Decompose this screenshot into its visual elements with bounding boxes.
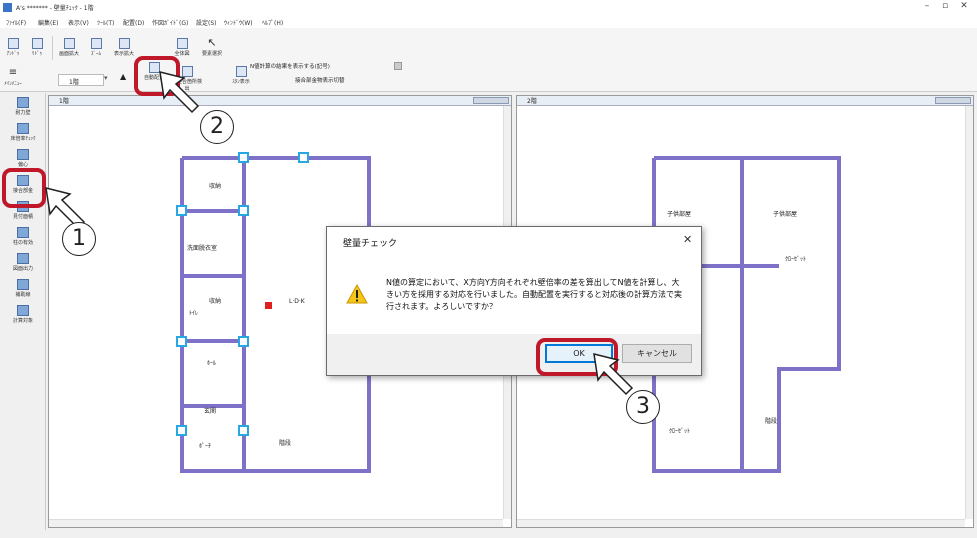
ncalc-dropdown-icon[interactable]	[394, 62, 402, 70]
column-icon	[17, 227, 29, 238]
room-label: 子供部屋	[773, 211, 798, 218]
main-menu-button[interactable]: ≡ ﾒｲﾝﾒﾆｭｰ	[1, 67, 25, 88]
select-button[interactable]: ↖ 要素選択	[200, 36, 224, 57]
step-number-2: 2	[200, 110, 234, 144]
title-bar: A's ******* - 壁量ﾁｪｯｸ - 1階 – ▫ ✕	[0, 0, 977, 16]
red-marker	[265, 302, 272, 309]
up-arrow-icon[interactable]: ▲	[120, 72, 126, 81]
pane-right-header: 2階	[517, 96, 973, 106]
room-label: L·D·K	[289, 298, 305, 305]
wall-icon	[17, 97, 29, 108]
dialog-title: 壁量チェック	[343, 239, 398, 249]
room-label: 洗面脱衣室	[187, 245, 218, 252]
pane-left-window-buttons[interactable]	[473, 97, 509, 104]
pane-right-window-buttons[interactable]	[935, 97, 971, 104]
zoom-in-button[interactable]: 画面拡大	[57, 38, 81, 57]
room-label: ﾎﾟｰﾁ	[199, 443, 212, 450]
floor-select[interactable]: 1階	[58, 74, 104, 86]
room-label: 子供部屋	[667, 211, 692, 218]
pointer-arrow-2	[159, 70, 200, 114]
room-label: 階段	[279, 440, 292, 447]
calc-icon	[17, 305, 29, 316]
menu-icon: ≡	[8, 67, 18, 78]
sidebar-item-print[interactable]: 図面出力	[2, 253, 44, 272]
sidebar-item-column[interactable]: 柱の有効	[2, 227, 44, 246]
undo-button[interactable]: ｱﾝﾄﾞｩ	[1, 38, 25, 57]
cursor-icon: ↖	[207, 36, 217, 49]
menu-place[interactable]: 配置(D)	[123, 18, 144, 27]
wall-check-dialog: 壁量チェック ✕ N値の算定において、X方向Y方向それぞれ壁倍率の差を算出してN…	[326, 226, 702, 376]
undo-icon	[7, 38, 19, 49]
stud-icon	[235, 66, 247, 77]
menu-help[interactable]: ﾍﾙﾌﾟ(H)	[262, 18, 283, 27]
redo-icon	[31, 38, 43, 49]
room-label: ｸﾛｰｾﾞｯﾄ	[669, 428, 691, 435]
status-bar	[0, 530, 977, 538]
sidebar-item-eccentric[interactable]: 偏心	[2, 149, 44, 168]
minimize-button[interactable]: –	[920, 1, 934, 13]
zoom-in-icon	[63, 38, 75, 49]
sidebar-item-floor-ratio[interactable]: 床倍率ﾁｪｯｸ	[2, 123, 44, 142]
highlight-ring-joint-metal	[2, 168, 46, 208]
sidebar-item-guide[interactable]: 補助線	[2, 279, 44, 298]
dialog-message: N値の算定において、X方向Y方向それぞれ壁倍率の差を算出してN値を計算し、大きい…	[386, 278, 682, 311]
floor-icon	[17, 123, 29, 134]
room-label: ﾎｰﾙ	[207, 360, 217, 367]
zoom-icon	[90, 38, 102, 49]
room-label: 収納	[209, 183, 222, 190]
pane-left-header: 1階	[49, 96, 511, 106]
redo-button[interactable]: ﾘﾄﾞｩ	[25, 38, 49, 57]
whole-view-icon	[176, 38, 188, 49]
close-window-button[interactable]: ✕	[957, 1, 971, 13]
sidebar-item-bearing-wall[interactable]: 耐力壁	[2, 97, 44, 116]
menu-file[interactable]: ﾌｧｲﾙ(F)	[6, 18, 26, 27]
room-label: ｸﾛｰｾﾞｯﾄ	[785, 256, 807, 263]
step-number-1: 1	[62, 222, 96, 256]
left-sidebar: 耐力壁 床倍率ﾁｪｯｸ 偏心 接合部金 見付面積 柱の有効 図面出力 補助線 計…	[0, 93, 46, 533]
floor-dropdown-icon[interactable]: ▾	[104, 74, 108, 82]
dialog-close-icon[interactable]: ✕	[683, 233, 692, 246]
warning-icon	[346, 284, 368, 304]
menu-guide[interactable]: 作図ｶﾞｲﾄﾞ(G)	[152, 18, 188, 27]
eccentric-icon	[17, 149, 29, 160]
room-label: ﾄｲﾚ	[189, 310, 199, 317]
window-title: A's ******* - 壁量ﾁｪｯｸ - 1階	[16, 5, 94, 12]
room-label: 玄関	[204, 408, 217, 415]
sidebar-item-calc-target[interactable]: 計算対象	[2, 305, 44, 324]
whole-view-button[interactable]: 全体図	[170, 38, 194, 57]
app-icon	[3, 3, 12, 12]
menu-view[interactable]: 表示(V)	[68, 18, 89, 27]
maximize-button[interactable]: ▫	[938, 1, 952, 13]
ncalc-display-toggle[interactable]: N値計算の結果を表示する(記号)	[250, 62, 390, 73]
menu-bar: ﾌｧｲﾙ(F) 編集(E) 表示(V) ﾂｰﾙ(T) 配置(D) 作図ｶﾞｲﾄﾞ…	[0, 16, 977, 28]
metal-display-toggle-label[interactable]: 接合部金物表示切替	[295, 76, 345, 84]
view-expand-button[interactable]: 表示拡大	[112, 38, 136, 57]
room-label: 階段	[765, 418, 778, 425]
zoom-button[interactable]: ｽﾞｰﾑ	[84, 38, 108, 57]
menu-tool[interactable]: ﾂｰﾙ(T)	[97, 18, 114, 27]
step-number-3: 3	[626, 390, 660, 424]
divider	[52, 36, 53, 60]
print-icon	[17, 253, 29, 264]
room-label: 収納	[209, 298, 222, 305]
expand-icon	[118, 38, 130, 49]
guide-icon	[17, 279, 29, 290]
menu-settings[interactable]: 設定(S)	[196, 18, 217, 27]
menu-window[interactable]: ｳｨﾝﾄﾞｳ(W)	[224, 18, 253, 27]
menu-edit[interactable]: 編集(E)	[38, 18, 58, 27]
